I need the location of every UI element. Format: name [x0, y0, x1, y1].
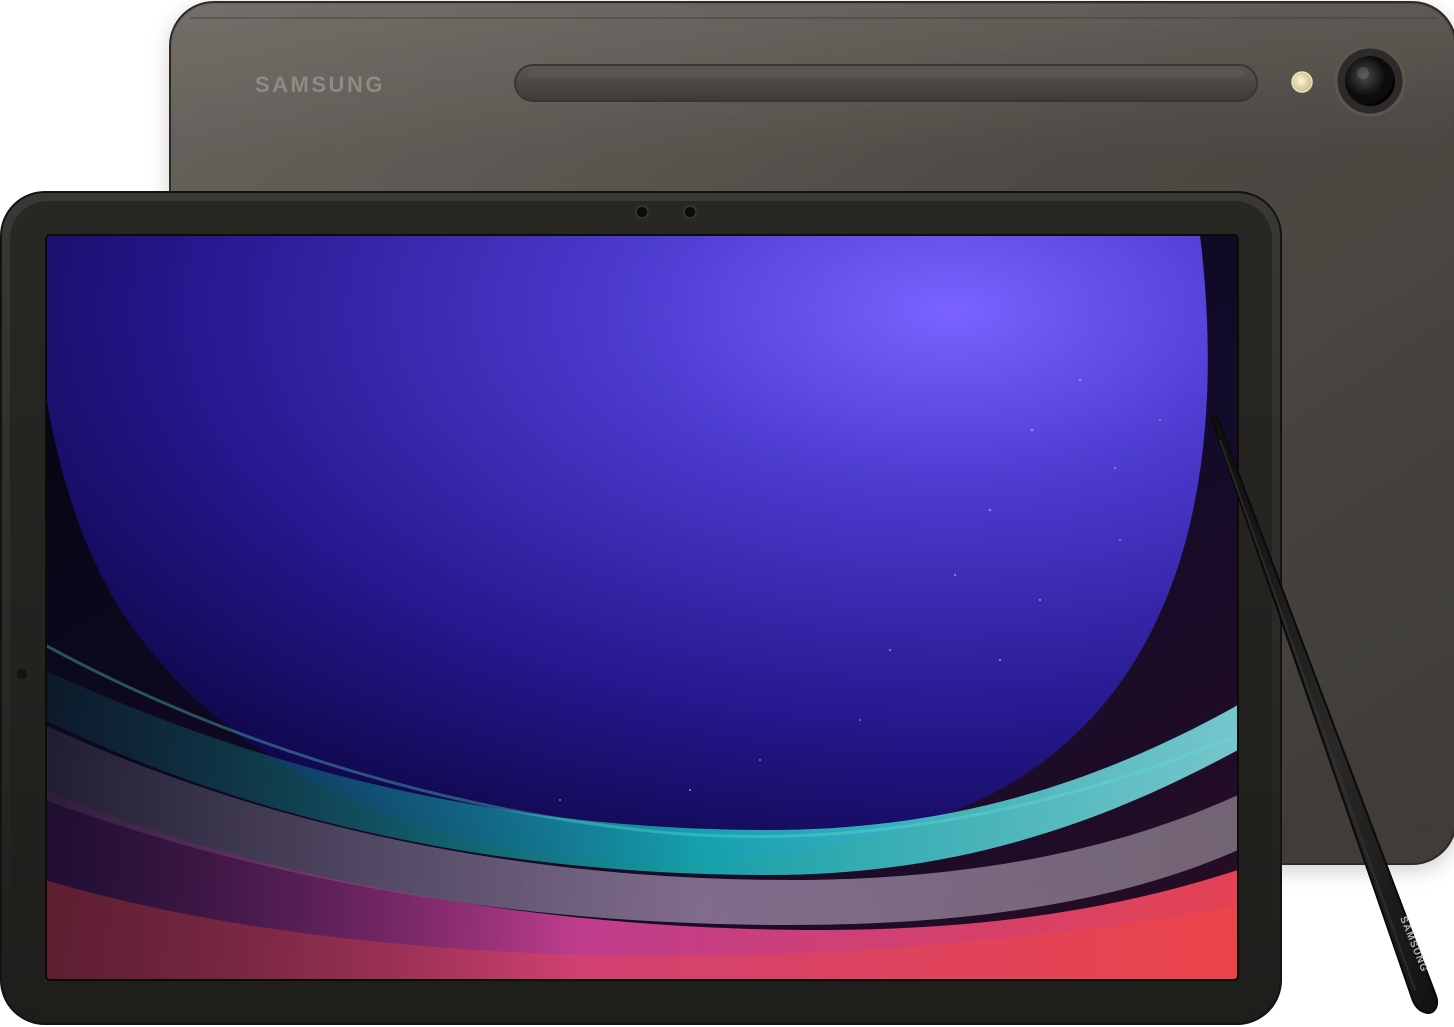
side-sensor-icon [17, 669, 27, 679]
flash-icon [1291, 71, 1313, 93]
camera-icon [1334, 45, 1406, 117]
pen-slot [514, 64, 1258, 102]
tablet-screen [46, 235, 1238, 980]
product-stage: SAMSUNG SAMSUNG [0, 0, 1454, 1027]
samsung-wordmark: SAMSUNG [255, 72, 385, 97]
tablet-front [0, 191, 1282, 1025]
tablet-product-illustration: SAMSUNG SAMSUNG [0, 1, 1454, 1025]
